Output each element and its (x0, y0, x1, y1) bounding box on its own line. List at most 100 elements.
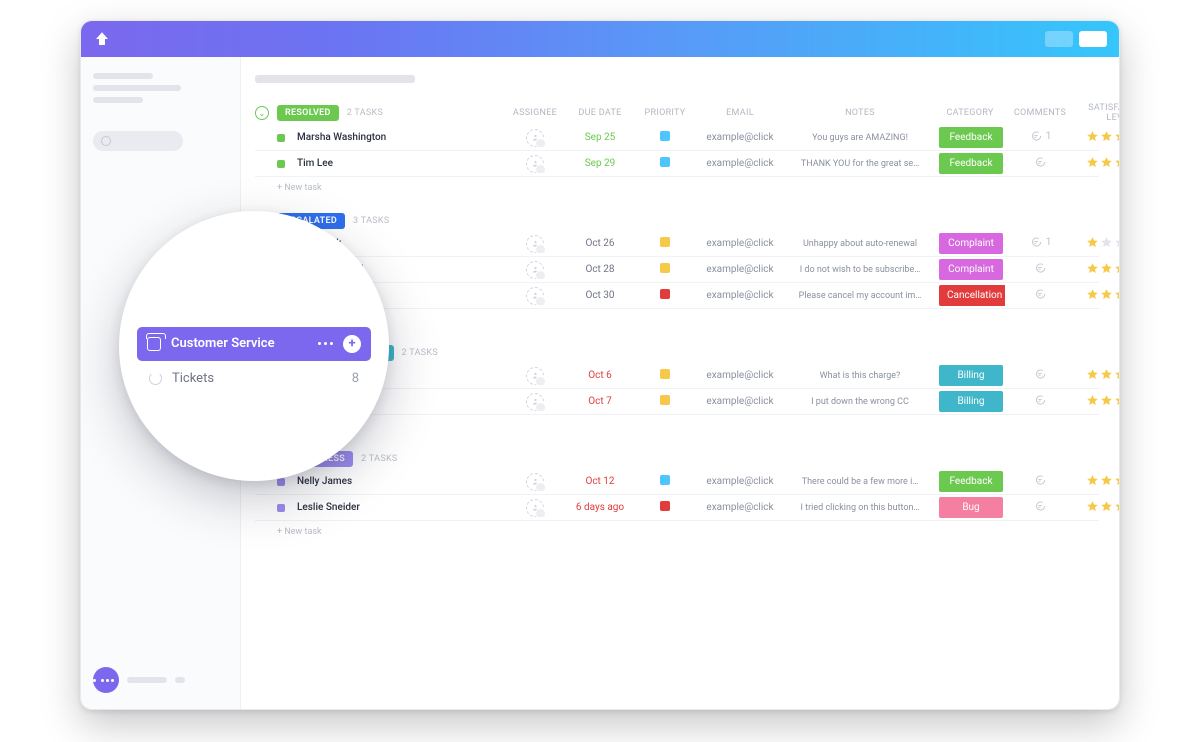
satisfaction-stars[interactable] (1086, 288, 1120, 301)
col-assignee: ASSIGNEE (505, 108, 565, 118)
assignee-avatar[interactable] (526, 155, 544, 173)
view-title-placeholder (255, 75, 415, 83)
new-task-button[interactable]: + New task (255, 177, 1099, 193)
satisfaction-stars[interactable] (1086, 394, 1120, 407)
assignee-avatar[interactable] (526, 499, 544, 517)
col-priority: PRIORITY (635, 108, 695, 118)
chat-icon (93, 667, 119, 693)
assignee-avatar[interactable] (526, 367, 544, 385)
assignee-avatar[interactable] (526, 235, 544, 253)
email-value: example@click (695, 238, 785, 249)
chat-launcher[interactable] (93, 667, 228, 693)
folder-icon (147, 337, 161, 351)
comments-button[interactable] (1033, 499, 1047, 513)
due-date[interactable]: Oct 26 (565, 238, 635, 249)
due-date[interactable]: Oct 30 (565, 290, 635, 301)
task-row[interactable]: Marsha Washington Sep 25 example@click Y… (255, 125, 1099, 151)
due-date[interactable]: Oct 7 (565, 396, 635, 407)
group-header: ⌄ IN PROGRESS 2 TASKS (255, 449, 1099, 469)
notes-value: I do not wish to be subscribe… (785, 265, 935, 275)
priority-flag-icon[interactable] (660, 237, 670, 247)
task-row[interactable]: Tessa Antonini Oct 28 example@click I do… (255, 257, 1099, 283)
assignee-avatar[interactable] (526, 473, 544, 491)
assignee-avatar[interactable] (526, 393, 544, 411)
sidebar-folder-customer-service[interactable]: Customer Service + (137, 327, 371, 361)
notes-value: You guys are AMAZING! (785, 133, 935, 143)
task-title: Marsha Washington (297, 132, 386, 143)
satisfaction-stars[interactable] (1086, 236, 1120, 249)
comments-button[interactable]: 1 (1029, 235, 1052, 249)
satisfaction-stars[interactable] (1086, 156, 1120, 169)
notes-value: I put down the wrong CC (785, 397, 935, 407)
category-pill[interactable]: Feedback (939, 471, 1003, 492)
comments-button[interactable] (1033, 155, 1047, 169)
collapse-toggle-icon[interactable]: ⌄ (255, 106, 269, 120)
task-count: 2 TASKS (361, 454, 397, 464)
sidebar-list-tickets[interactable]: Tickets 8 (137, 361, 371, 386)
priority-flag-icon[interactable] (660, 263, 670, 273)
satisfaction-stars[interactable] (1086, 500, 1120, 513)
priority-flag-icon[interactable] (660, 475, 670, 485)
new-task-button[interactable]: + New task (255, 521, 1099, 537)
comments-button[interactable]: 1 (1029, 129, 1052, 143)
priority-flag-icon[interactable] (660, 369, 670, 379)
category-pill[interactable]: Feedback (939, 153, 1003, 174)
priority-flag-icon[interactable] (660, 157, 670, 167)
satisfaction-stars[interactable] (1086, 368, 1120, 381)
top-bar (81, 21, 1119, 57)
status-square-icon (277, 134, 285, 142)
due-date[interactable]: 6 days ago (565, 502, 635, 513)
due-date[interactable]: Oct 28 (565, 264, 635, 275)
col-comments: COMMENTS (1005, 108, 1075, 118)
category-pill[interactable]: Bug (939, 497, 1003, 518)
satisfaction-stars[interactable] (1086, 474, 1120, 487)
task-row[interactable]: Leslie Sneider 6 days ago example@click … (255, 495, 1099, 521)
task-row[interactable]: Tim Lee Sep 29 example@click THANK YOU f… (255, 151, 1099, 177)
new-task-button[interactable]: + New task (255, 415, 1099, 431)
satisfaction-stars[interactable] (1086, 130, 1120, 143)
category-pill[interactable]: Feedback (939, 127, 1003, 148)
priority-flag-icon[interactable] (660, 289, 670, 299)
status-pill[interactable]: RESOLVED (277, 105, 339, 121)
comments-button[interactable] (1033, 287, 1047, 301)
notes-value: I tried clicking on this button… (785, 503, 935, 513)
due-date[interactable]: Oct 12 (565, 476, 635, 487)
assignee-avatar[interactable] (526, 261, 544, 279)
task-row[interactable]: Tom Mckee Oct 7 example@click I put down… (255, 389, 1099, 415)
email-value: example@click (695, 502, 785, 513)
status-square-icon (277, 504, 285, 512)
notes-value: Please cancel my account im… (785, 291, 935, 301)
top-action-2[interactable] (1079, 31, 1107, 47)
priority-flag-icon[interactable] (660, 501, 670, 511)
email-value: example@click (695, 290, 785, 301)
category-pill[interactable]: Billing (939, 365, 1003, 386)
notes-value: THANK YOU for the great se… (785, 159, 935, 169)
add-list-button[interactable]: + (343, 335, 361, 353)
due-date[interactable]: Oct 6 (565, 370, 635, 381)
comments-button[interactable] (1033, 367, 1047, 381)
top-action-1[interactable] (1045, 31, 1073, 47)
folder-options-icon[interactable] (318, 342, 333, 345)
sidebar-search-input[interactable] (93, 131, 183, 151)
col-due-date: DUE DATE (565, 108, 635, 118)
status-square-icon (277, 160, 285, 168)
group-header: ⌄ RESOLVED 2 TASKS ASSIGNEE DUE DATE PRI… (255, 101, 1099, 125)
assignee-avatar[interactable] (526, 287, 544, 305)
email-value: example@click (695, 158, 785, 169)
category-pill[interactable]: Cancellation (939, 285, 1005, 306)
category-pill[interactable]: Billing (939, 391, 1003, 412)
col-email: EMAIL (695, 108, 785, 118)
priority-flag-icon[interactable] (660, 395, 670, 405)
due-date[interactable]: Sep 25 (565, 132, 635, 143)
satisfaction-stars[interactable] (1086, 262, 1120, 275)
comments-button[interactable] (1033, 393, 1047, 407)
category-pill[interactable]: Complaint (939, 259, 1003, 280)
comments-button[interactable] (1033, 473, 1047, 487)
category-pill[interactable]: Complaint (939, 233, 1003, 254)
due-date[interactable]: Sep 29 (565, 158, 635, 169)
task-row[interactable]: Nelly James Oct 12 example@click There c… (255, 469, 1099, 495)
priority-flag-icon[interactable] (660, 131, 670, 141)
comments-button[interactable] (1033, 261, 1047, 275)
task-row[interactable]: Kylie Park Oct 26 example@click Unhappy … (255, 231, 1099, 257)
assignee-avatar[interactable] (526, 129, 544, 147)
